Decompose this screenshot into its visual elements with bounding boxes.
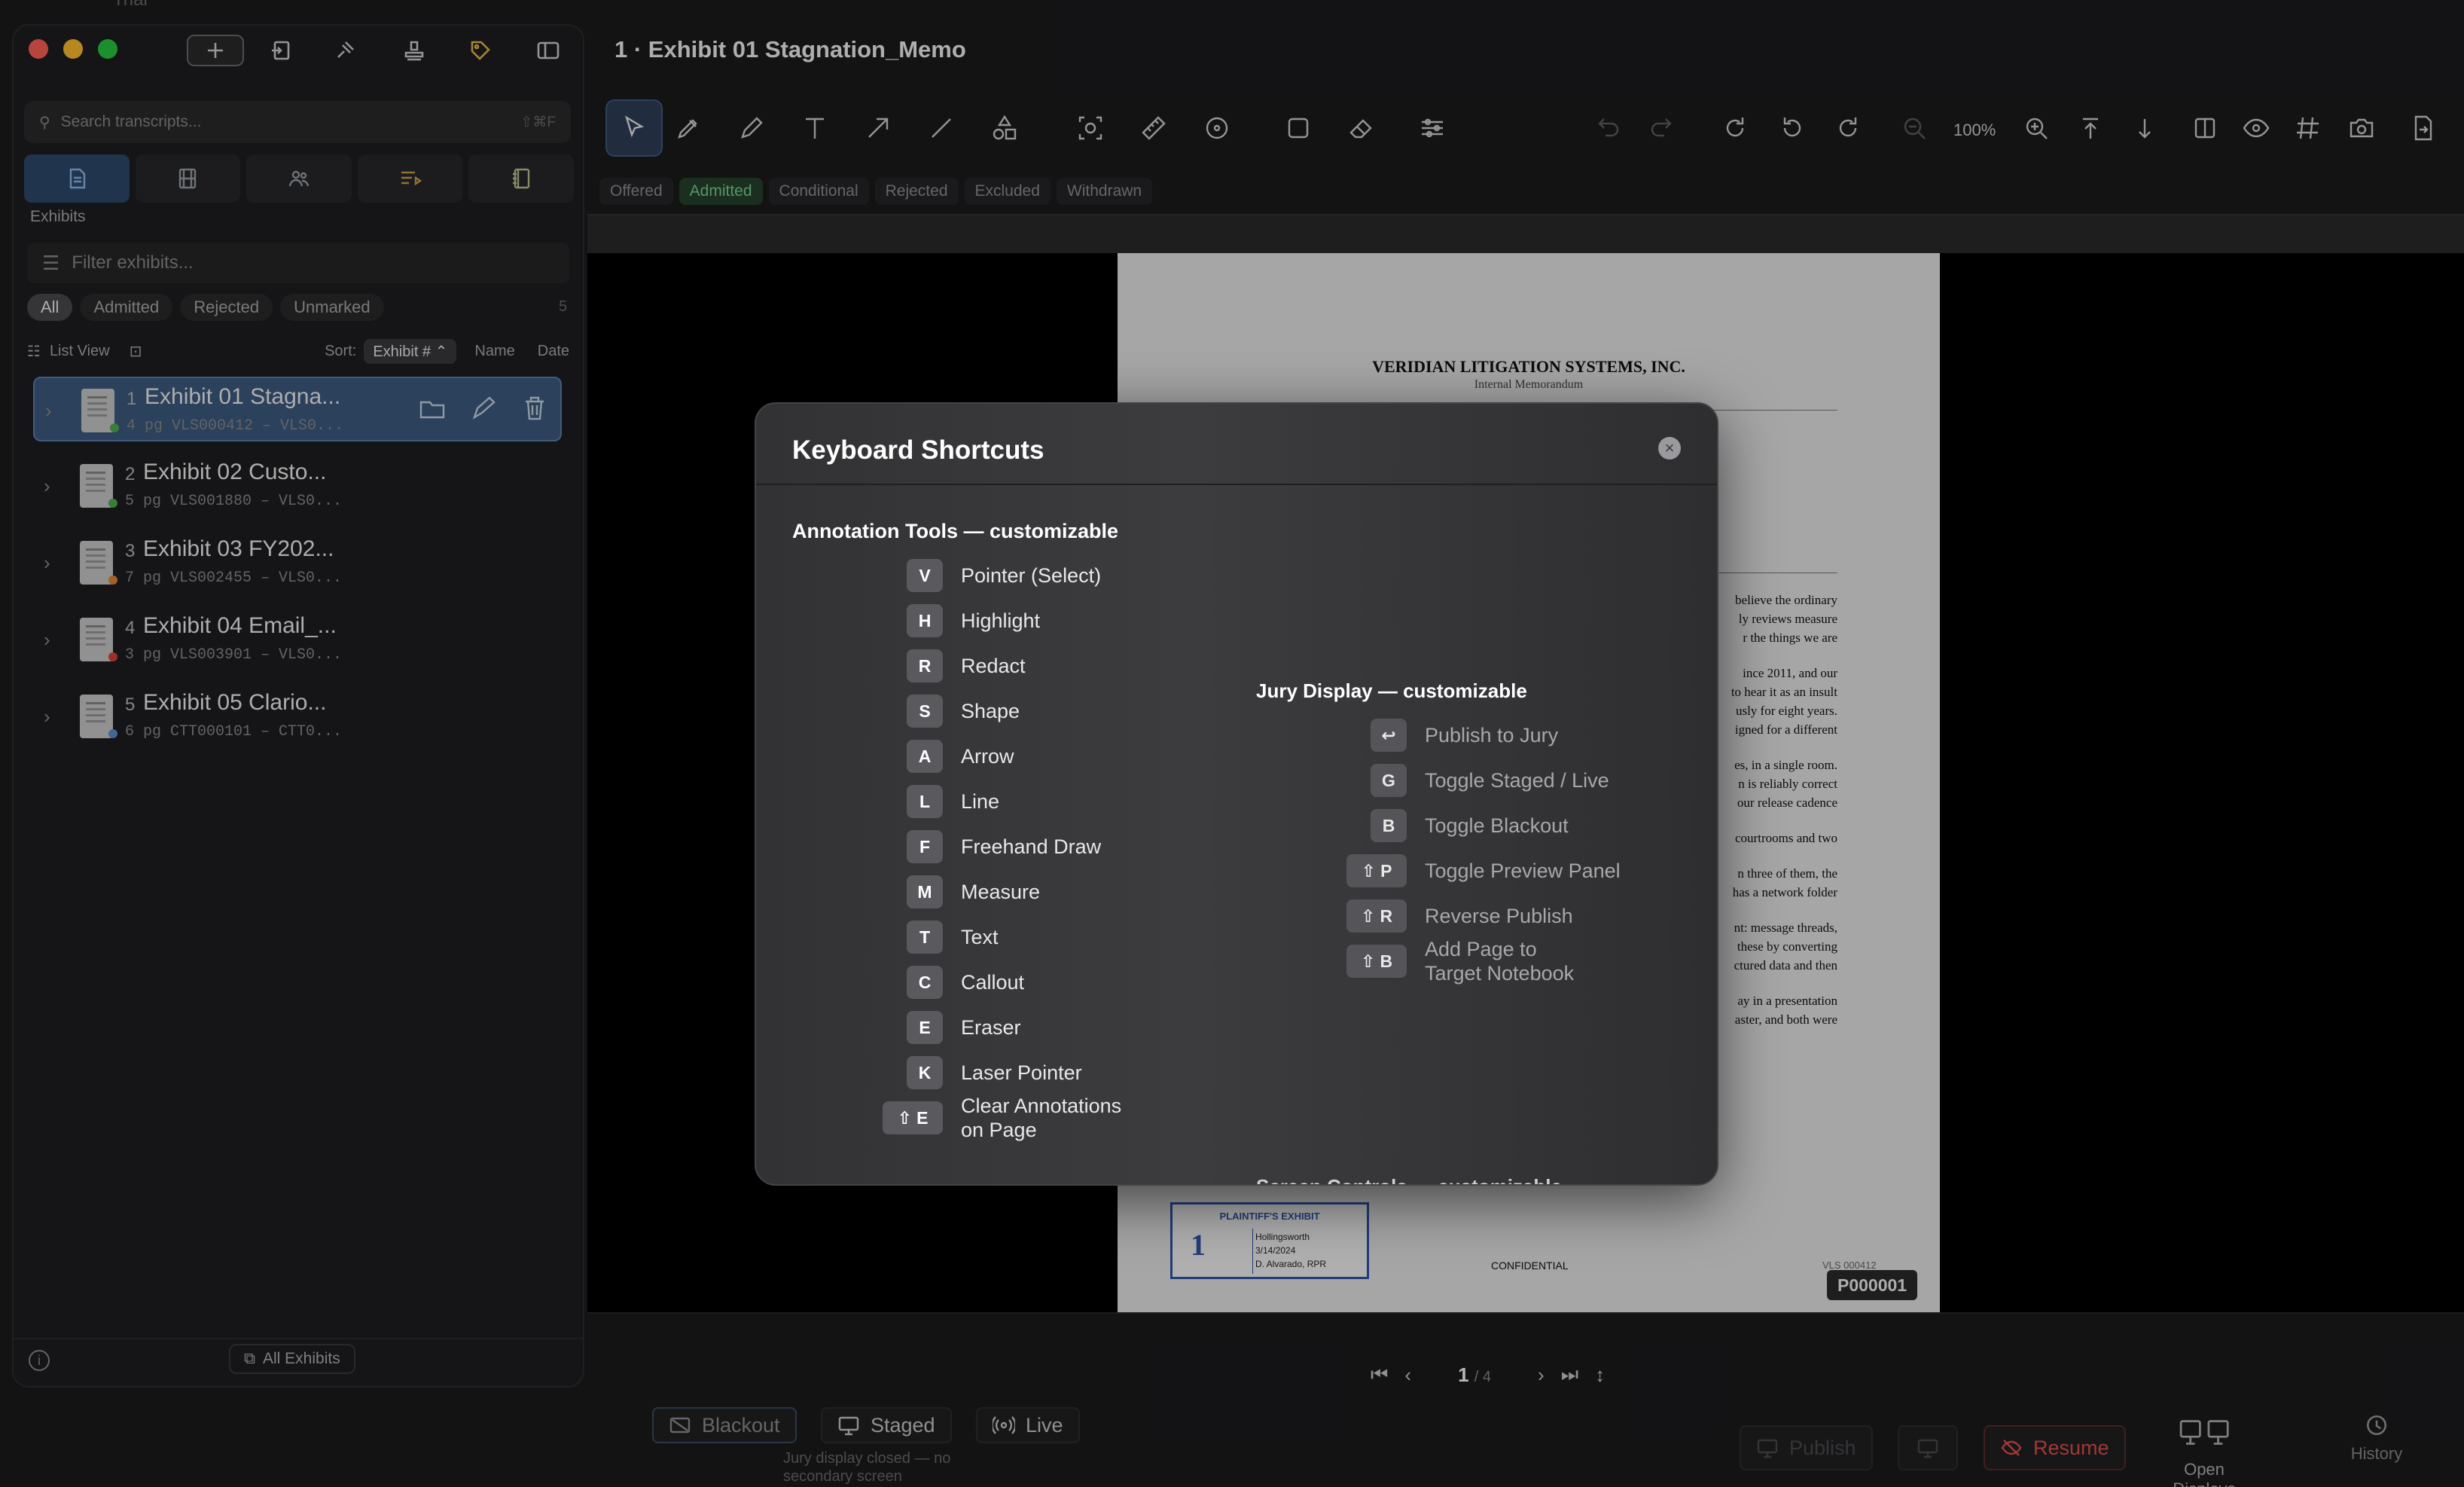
keyboard-shortcuts-dialog: Keyboard Shortcuts × Annotation Tools — … bbox=[755, 402, 1718, 1186]
shortcut-key: B bbox=[1371, 809, 1407, 842]
shortcut-key: H bbox=[907, 604, 943, 637]
shortcut-key: G bbox=[1371, 764, 1407, 797]
shortcut-key: L bbox=[907, 785, 943, 818]
jury-section-title: Jury Display — customizable bbox=[1256, 679, 1527, 702]
shortcut-key: ⇧ P bbox=[1346, 854, 1407, 887]
shortcut-key: C bbox=[907, 966, 943, 999]
shortcut-key: R bbox=[907, 649, 943, 682]
shortcut-label: Clear Annotations on Page bbox=[961, 1095, 1122, 1141]
close-dialog-button[interactable]: × bbox=[1658, 437, 1681, 460]
next-section-title: Screen Controls — customizable bbox=[1256, 1175, 1562, 1184]
shortcut-label: Pointer (Select) bbox=[961, 564, 1102, 587]
shortcut-key: V bbox=[907, 559, 943, 592]
shortcut-key: S bbox=[907, 695, 943, 728]
shortcut-key: A bbox=[907, 740, 943, 773]
annotation-section-title: Annotation Tools — customizable bbox=[792, 520, 1119, 542]
shortcut-label: Laser Pointer bbox=[961, 1061, 1082, 1084]
shortcut-label: Reverse Publish bbox=[1425, 905, 1573, 927]
shortcut-label: Shape bbox=[961, 700, 1020, 722]
shortcut-label: Eraser bbox=[961, 1016, 1021, 1039]
shortcut-label: Toggle Staged / Live bbox=[1425, 769, 1609, 792]
shortcut-key: ⇧ B bbox=[1346, 945, 1407, 978]
shortcut-label: Add Page to Target Notebook bbox=[1425, 938, 1575, 985]
shortcut-key: E bbox=[907, 1011, 943, 1044]
shortcut-label: Publish to Jury bbox=[1425, 724, 1559, 747]
shortcut-key: ↩ bbox=[1371, 719, 1407, 752]
dialog-divider bbox=[756, 484, 1717, 485]
shortcut-label: Toggle Preview Panel bbox=[1425, 860, 1621, 882]
shortcut-label: Line bbox=[961, 790, 1000, 813]
shortcut-label: Measure bbox=[961, 881, 1041, 903]
shortcut-key: ⇧ E bbox=[883, 1101, 943, 1134]
shortcut-key: K bbox=[907, 1056, 943, 1089]
shortcut-key: T bbox=[907, 921, 943, 954]
shortcut-label: Callout bbox=[961, 971, 1025, 994]
shortcut-label: Freehand Draw bbox=[961, 835, 1102, 858]
shortcut-label: Highlight bbox=[961, 609, 1041, 632]
dialog-title: Keyboard Shortcuts bbox=[792, 435, 1044, 465]
shortcut-label: Toggle Blackout bbox=[1425, 814, 1569, 837]
shortcut-key: F bbox=[907, 830, 943, 863]
shortcut-label: Redact bbox=[961, 655, 1026, 677]
shortcut-label: Arrow bbox=[961, 745, 1014, 768]
shortcut-label: Text bbox=[961, 926, 999, 948]
shortcut-key: M bbox=[907, 875, 943, 908]
shortcut-key: ⇧ R bbox=[1346, 899, 1407, 933]
